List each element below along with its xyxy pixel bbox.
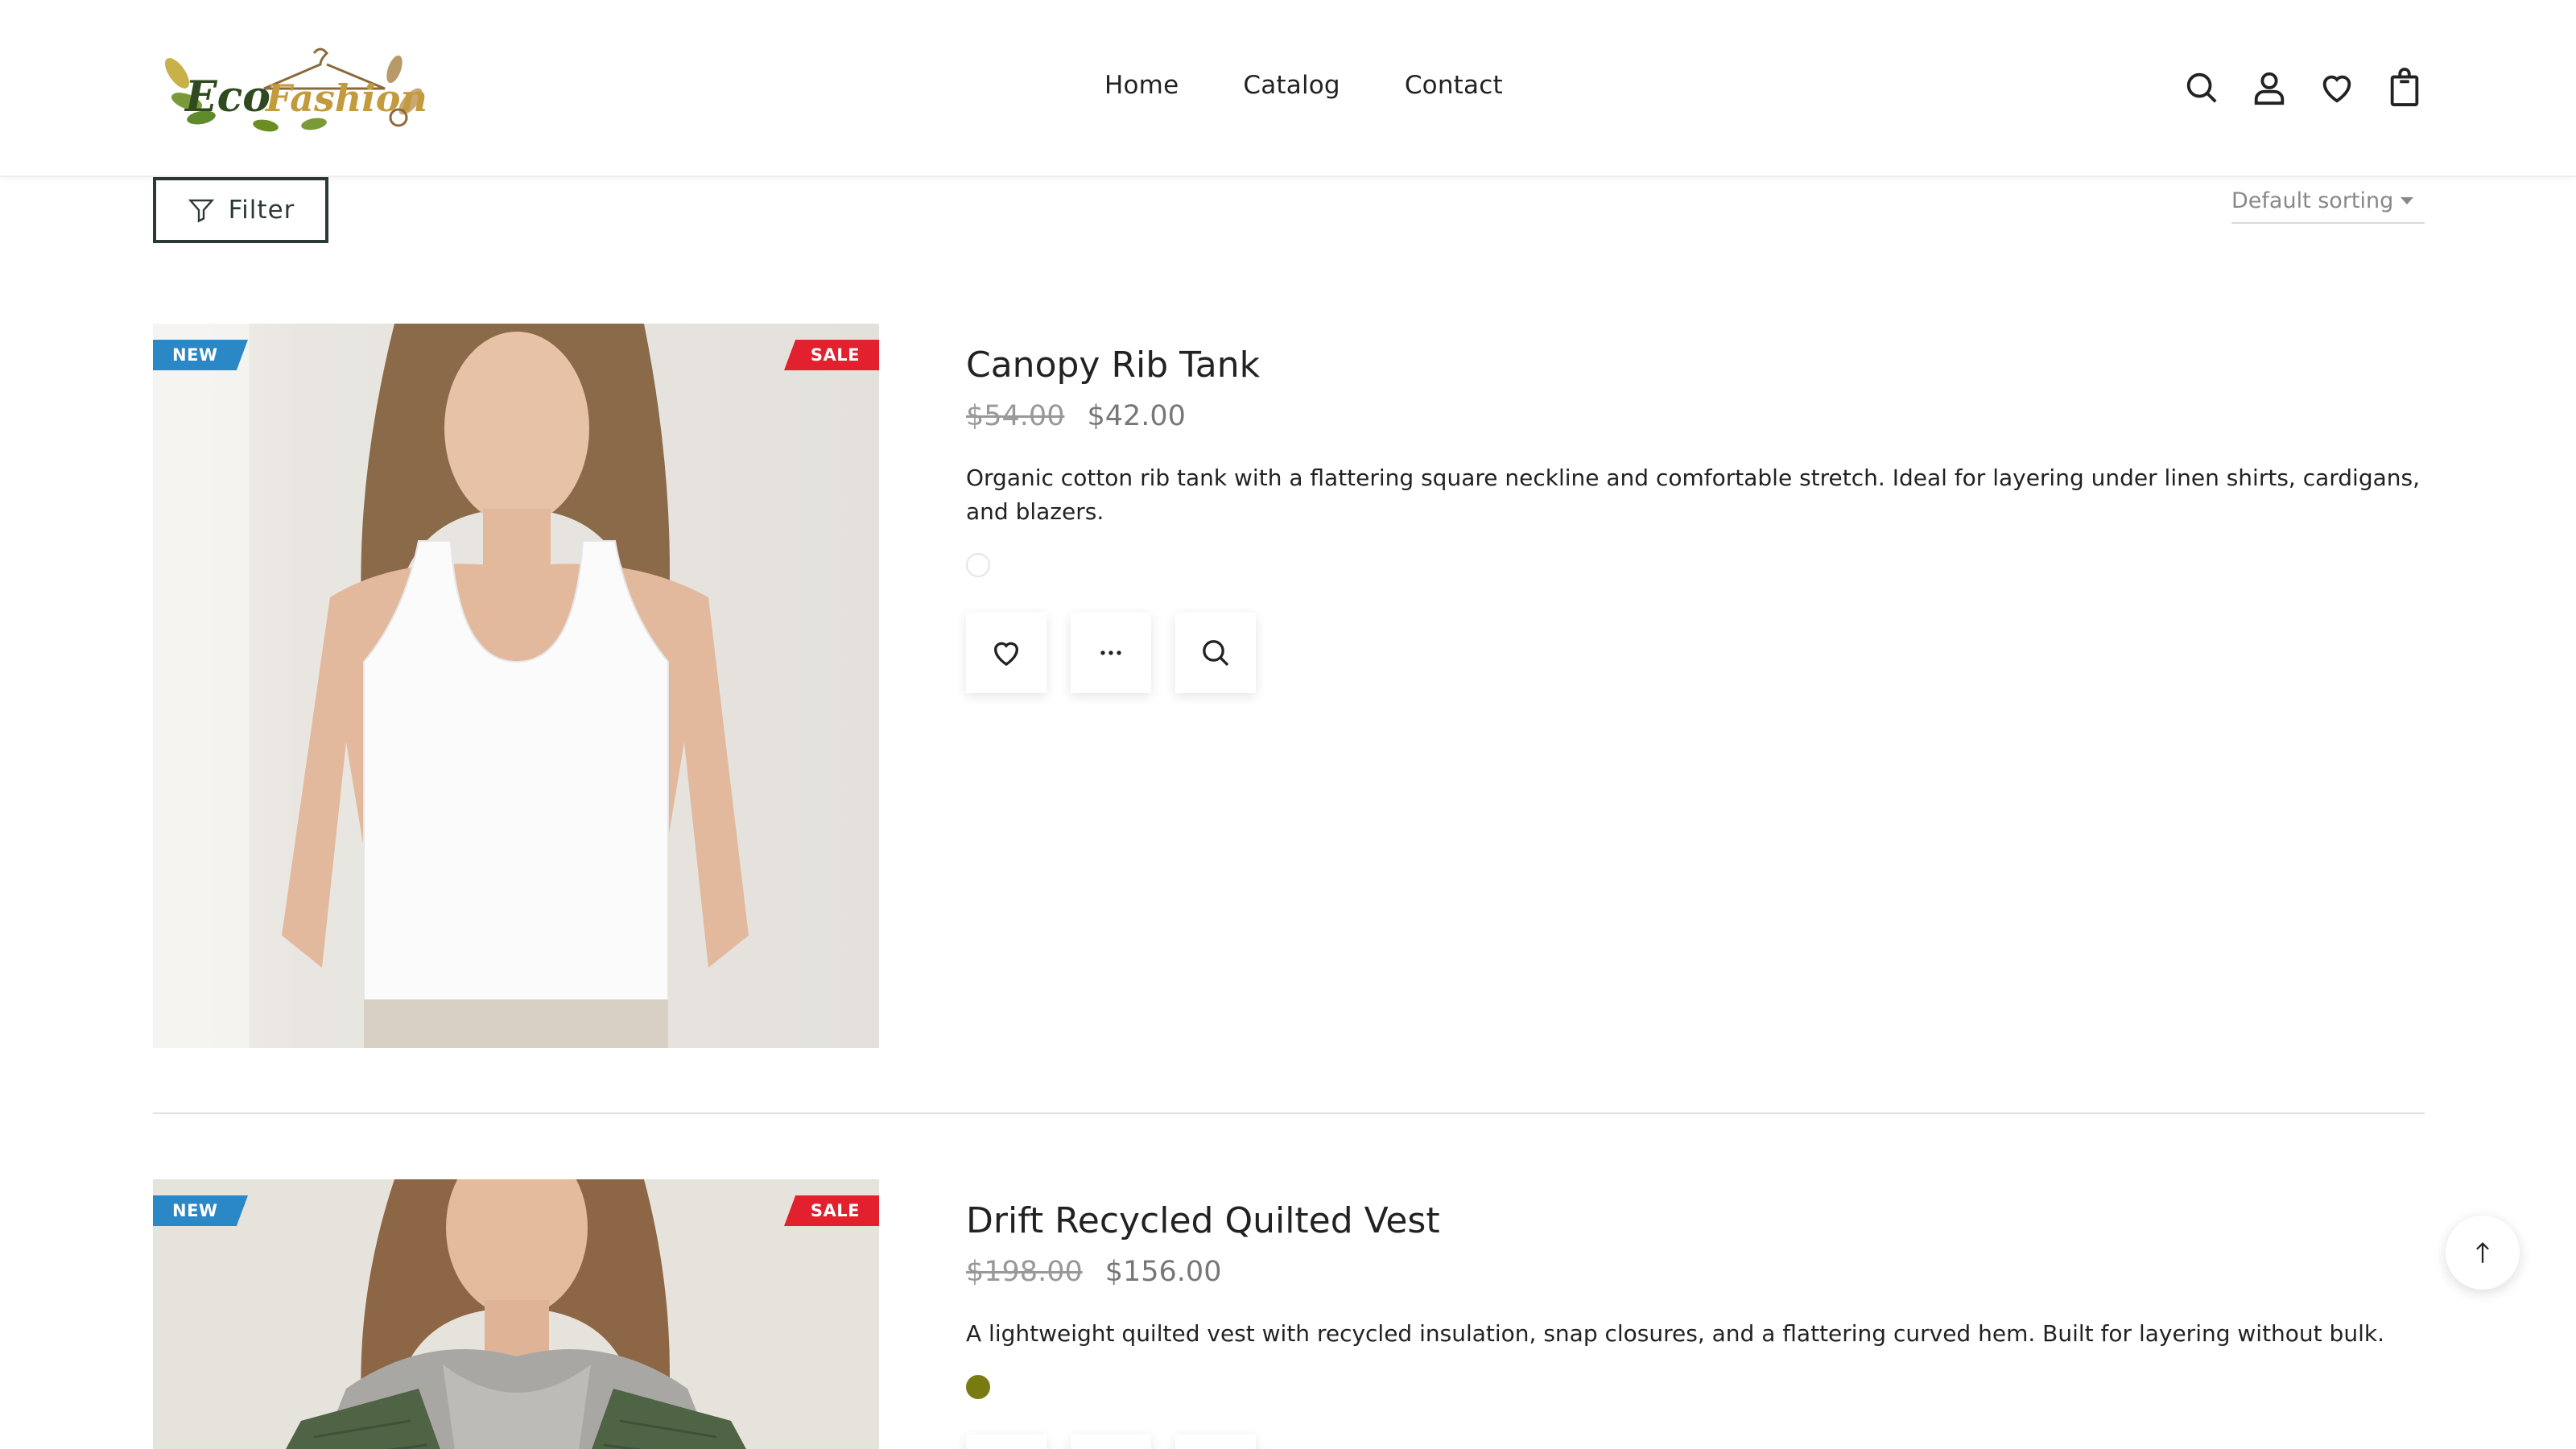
filter-button[interactable]: Filter	[153, 177, 328, 243]
color-swatch[interactable]	[966, 1374, 990, 1399]
heart-icon[interactable]	[2318, 68, 2355, 108]
new-badge: NEW	[153, 1195, 248, 1226]
main-nav: Home Catalog Contact	[1104, 71, 1503, 100]
bag-icon[interactable]	[2386, 68, 2423, 108]
sale-badge: SALE	[784, 340, 879, 370]
search-icon	[1203, 639, 1229, 666]
site-header: Eco Fashion Home Catalog Contact	[0, 0, 2576, 177]
filter-label: Filter	[228, 196, 295, 225]
user-icon[interactable]	[2251, 68, 2288, 108]
more-options-button[interactable]	[1071, 1434, 1151, 1449]
product-info: Canopy Rib Tank $54.00 $42.00 Organic co…	[966, 324, 2425, 693]
logo-text-fashion: Fashion	[264, 76, 427, 120]
arrow-up-icon	[2476, 1242, 2489, 1263]
ellipsis-icon	[1100, 650, 1121, 655]
product-info: Drift Recycled Quilted Vest $198.00 $156…	[966, 1179, 2425, 1449]
nav-home[interactable]: Home	[1104, 71, 1179, 100]
product-actions	[966, 612, 2425, 693]
sale-badge: SALE	[784, 1195, 879, 1226]
product-divider	[153, 1113, 2425, 1114]
product-row: NEW SALE Canopy Rib Tank $54.00 $42.00 O…	[153, 324, 2425, 1048]
old-price: $54.00	[966, 399, 1065, 432]
back-to-top-button[interactable]	[2446, 1216, 2520, 1290]
quick-view-button[interactable]	[1175, 612, 1256, 693]
nav-catalog[interactable]: Catalog	[1243, 71, 1340, 100]
product-prices: $54.00 $42.00	[966, 400, 2425, 432]
sorting-select[interactable]: Default sorting	[2231, 179, 2425, 224]
new-badge: NEW	[153, 340, 248, 370]
add-to-wishlist-button[interactable]	[966, 1434, 1046, 1449]
add-to-wishlist-button[interactable]	[966, 612, 1046, 693]
product-actions	[966, 1434, 2425, 1449]
quick-view-button[interactable]	[1175, 1434, 1256, 1449]
heart-icon	[993, 642, 1019, 666]
eco-fashion-logo[interactable]: Eco Fashion	[153, 37, 443, 142]
product-image[interactable]: NEW SALE	[153, 1179, 879, 1449]
product-image[interactable]: NEW SALE	[153, 324, 879, 1048]
product-row: NEW SALE Drift Recycled Quilted Vest $19…	[153, 1179, 2425, 1449]
sale-price: $156.00	[1104, 1255, 1222, 1288]
logo-text-eco: Eco	[184, 72, 270, 122]
product-description: Organic cotton rib tank with a flatterin…	[966, 464, 2420, 525]
product-prices: $198.00 $156.00	[966, 1256, 2425, 1288]
product-title[interactable]: Canopy Rib Tank	[966, 345, 2425, 387]
product-description: A lightweight quilted vest with recycled…	[966, 1319, 2384, 1347]
sale-price: $42.00	[1087, 399, 1186, 432]
header-icons	[2183, 68, 2423, 108]
search-icon[interactable]	[2183, 68, 2220, 108]
chevron-down-icon	[2401, 196, 2413, 204]
filter-funnel-icon	[188, 199, 214, 223]
sorting-label: Default sorting	[2231, 188, 2394, 213]
nav-contact[interactable]: Contact	[1405, 71, 1503, 100]
more-options-button[interactable]	[1071, 612, 1151, 693]
product-title[interactable]: Drift Recycled Quilted Vest	[966, 1200, 2425, 1243]
color-swatch[interactable]	[966, 552, 990, 577]
old-price: $198.00	[966, 1255, 1083, 1288]
